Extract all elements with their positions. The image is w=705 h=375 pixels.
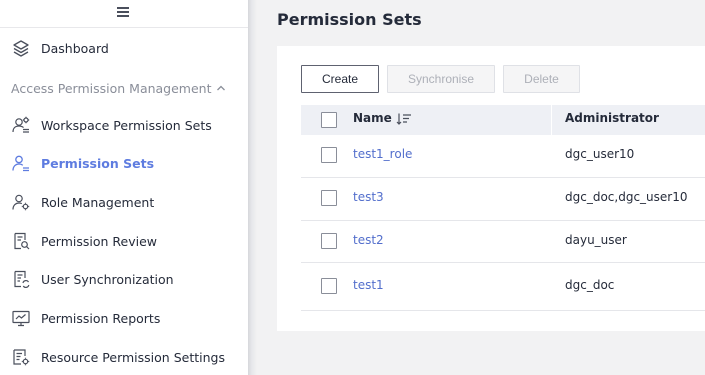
- page-title: Permission Sets: [277, 10, 422, 29]
- document-sync-icon: [11, 269, 31, 289]
- sidebar-item-label: Resource Permission Settings: [41, 349, 225, 365]
- table-row: test3 dgc_doc,dgc_user10: [301, 178, 705, 221]
- user-gear-icon: [11, 192, 31, 212]
- sidebar-item-label: Dashboard: [41, 40, 109, 56]
- permission-set-name-link[interactable]: test1: [353, 278, 384, 292]
- hamburger-menu-icon[interactable]: [116, 7, 129, 17]
- table-row: test1_role dgc_user10: [301, 135, 705, 178]
- layers-icon: [11, 38, 31, 58]
- sidebar-item-label: Permission Sets: [41, 155, 155, 171]
- administrator-cell: dgc_doc: [565, 278, 615, 292]
- administrator-cell: dgc_user10: [565, 147, 635, 161]
- sidebar-item-permission-review[interactable]: Permission Review: [0, 226, 248, 256]
- sidebar-item-workspace-permission-sets[interactable]: Workspace Permission Sets: [0, 110, 248, 140]
- sidebar-group-label: Access Permission Management: [11, 80, 212, 96]
- sidebar-item-permission-reports[interactable]: Permission Reports: [0, 303, 248, 333]
- sidebar-item-user-synchronization[interactable]: User Synchronization: [0, 264, 248, 294]
- user-permission-icon: [11, 153, 31, 173]
- column-header-name[interactable]: Name: [353, 111, 392, 125]
- delete-button[interactable]: Delete: [503, 65, 580, 93]
- sidebar-item-permission-sets[interactable]: Permission Sets: [0, 148, 248, 178]
- resource-settings-icon: [11, 347, 31, 367]
- table-header: Name Administrator: [301, 105, 705, 135]
- permission-set-name-link[interactable]: test3: [353, 190, 384, 204]
- document-review-icon: [11, 231, 31, 251]
- permission-sets-panel: Create Synchronise Delete Name Administr…: [277, 46, 705, 331]
- administrator-cell: dgc_doc,dgc_user10: [565, 190, 688, 204]
- sort-descending-icon[interactable]: [396, 112, 412, 126]
- row-checkbox[interactable]: [321, 190, 337, 206]
- row-checkbox[interactable]: [321, 147, 337, 163]
- table-row: test2 dayu_user: [301, 221, 705, 263]
- sidebar-item-label: Role Management: [41, 194, 155, 210]
- users-settings-icon: [11, 115, 31, 135]
- report-monitor-icon: [11, 308, 31, 328]
- sidebar: Dashboard Access Permission Management W…: [0, 0, 248, 375]
- sidebar-group-access-permission-management[interactable]: Access Permission Management: [0, 76, 248, 100]
- sidebar-item-label: Permission Review: [41, 233, 157, 249]
- table-row: test1 dgc_doc: [301, 263, 705, 311]
- sidebar-toggle[interactable]: [0, 0, 248, 28]
- column-header-administrator: Administrator: [565, 111, 659, 125]
- permission-set-name-link[interactable]: test1_role: [353, 147, 412, 161]
- sidebar-item-label: User Synchronization: [41, 271, 174, 287]
- sidebar-divider: [248, 0, 257, 375]
- sidebar-item-role-management[interactable]: Role Management: [0, 187, 248, 217]
- select-all-checkbox[interactable]: [321, 112, 337, 128]
- app-window: Dashboard Access Permission Management W…: [0, 0, 705, 375]
- row-checkbox[interactable]: [321, 278, 337, 294]
- permission-set-name-link[interactable]: test2: [353, 233, 384, 247]
- administrator-cell: dayu_user: [565, 233, 627, 247]
- synchronise-button[interactable]: Synchronise: [387, 65, 495, 93]
- column-divider: [551, 105, 552, 135]
- chevron-up-icon[interactable]: [216, 83, 226, 93]
- sidebar-item-dashboard[interactable]: Dashboard: [0, 33, 248, 63]
- row-checkbox[interactable]: [321, 233, 337, 249]
- sidebar-item-resource-permission-settings[interactable]: Resource Permission Settings: [0, 342, 248, 372]
- sidebar-item-label: Permission Reports: [41, 310, 161, 326]
- sidebar-item-label: Workspace Permission Sets: [41, 117, 212, 133]
- create-button[interactable]: Create: [301, 65, 379, 93]
